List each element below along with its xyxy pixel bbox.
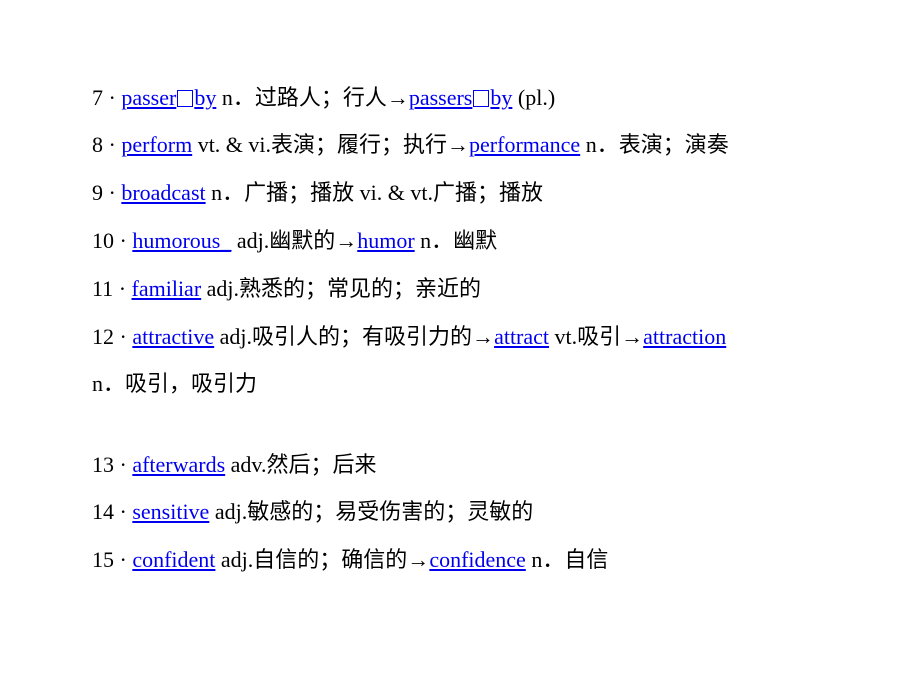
vocab-link-broadcast[interactable]: broadcast (121, 180, 205, 205)
missing-glyph-box-icon (473, 90, 490, 107)
vocab-entry-14: 14 · sensitive adj.敏感的；易受伤害的；灵敏的 (92, 498, 533, 526)
vocab-link-sensitive[interactable]: sensitive (132, 499, 209, 524)
entry-number: 8 (92, 132, 103, 157)
vocab-link-performance[interactable]: performance (469, 132, 580, 157)
vocab-entry-13: 13 · afterwards adv.然后；后来 (92, 451, 377, 479)
entry-definition-2: n．表演；演奏 (580, 132, 729, 157)
entry-number: 10 (92, 228, 114, 253)
entry-definition: vt. & vi.表演；履行；执行→ (192, 132, 470, 157)
entry-number: 13 (92, 452, 114, 477)
entry-separator: · (108, 132, 116, 157)
entry-separator: · (119, 452, 127, 477)
entry-separator: · (119, 324, 127, 349)
entry-separator: · (108, 85, 116, 110)
vocab-link-attraction[interactable]: attraction (643, 324, 726, 349)
vocab-entry-15: 15 · confident adj.自信的；确信的→confidence n．… (92, 546, 608, 574)
entry-separator: · (118, 276, 127, 301)
entry-definition: n．过路人；行人→ (216, 85, 409, 110)
entry-separator: · (119, 547, 127, 572)
entry-definition-2: n．自信 (525, 547, 609, 572)
entry-plural-note: (pl.) (512, 85, 556, 110)
entry-definition: adj.敏感的；易受伤害的；灵敏的 (209, 499, 534, 524)
vocab-link-familiar[interactable]: familiar (132, 276, 202, 301)
vocab-link-perform[interactable]: perform (121, 132, 192, 157)
vocab-link-passers-by[interactable]: passers by (409, 85, 513, 110)
entry-definition: adv.然后；后来 (225, 452, 377, 477)
entry-number: 15 (92, 547, 114, 572)
entry-definition-3: n．吸引，吸引力 (92, 371, 258, 396)
entry-definition-2: n．幽默 (414, 228, 498, 253)
entry-number: 14 (92, 499, 114, 524)
vocab-link-confident[interactable]: confident (132, 547, 215, 572)
vocab-entry-10: 10 · humorous_ adj.幽默的→humor n．幽默 (92, 227, 497, 255)
entry-definition: adj.熟悉的；常见的；亲近的 (201, 276, 482, 301)
vocab-entry-12-continuation: n．吸引，吸引力 (92, 370, 257, 398)
vocab-link-attractive[interactable]: attractive (132, 324, 214, 349)
vocabulary-slide: 7 · passer by n．过路人；行人→passers by (pl.) 8 … (0, 0, 920, 700)
missing-glyph-box-icon (177, 90, 194, 107)
entry-separator: · (119, 499, 127, 524)
entry-definition-2: vt.吸引→ (549, 324, 644, 349)
entry-number: 11 (92, 276, 114, 301)
vocab-link-humorous[interactable]: humorous_ (132, 228, 231, 253)
vocab-entry-12: 12 · attractive adj.吸引人的；有吸引力的→attract v… (92, 323, 726, 351)
vocab-link-passer-by[interactable]: passer by (121, 85, 216, 110)
vocab-entry-7: 7 · passer by n．过路人；行人→passers by (pl.) (92, 84, 555, 112)
vocab-entry-9: 9 · broadcast n．广播；播放 vi. & vt.广播；播放 (92, 179, 543, 207)
vocab-link-attract[interactable]: attract (494, 324, 549, 349)
entry-definition: adj.吸引人的；有吸引力的→ (214, 324, 495, 349)
vocab-entry-11: 11 · familiar adj.熟悉的；常见的；亲近的 (92, 275, 481, 303)
vocab-link-afterwards[interactable]: afterwards (132, 452, 225, 477)
vocab-link-humor[interactable]: humor (357, 228, 414, 253)
entry-separator: · (108, 180, 116, 205)
entry-number: 9 (92, 180, 103, 205)
entry-separator: · (119, 228, 127, 253)
entry-definition: n．广播；播放 vi. & vt.广播；播放 (205, 180, 543, 205)
vocab-link-confidence[interactable]: confidence (429, 547, 526, 572)
entry-number: 7 (92, 85, 103, 110)
entry-definition: adj.幽默的→ (231, 228, 358, 253)
entry-definition: adj.自信的；确信的→ (215, 547, 430, 572)
entry-number: 12 (92, 324, 114, 349)
vocab-entry-8: 8 · perform vt. & vi.表演；履行；执行→performanc… (92, 131, 729, 159)
